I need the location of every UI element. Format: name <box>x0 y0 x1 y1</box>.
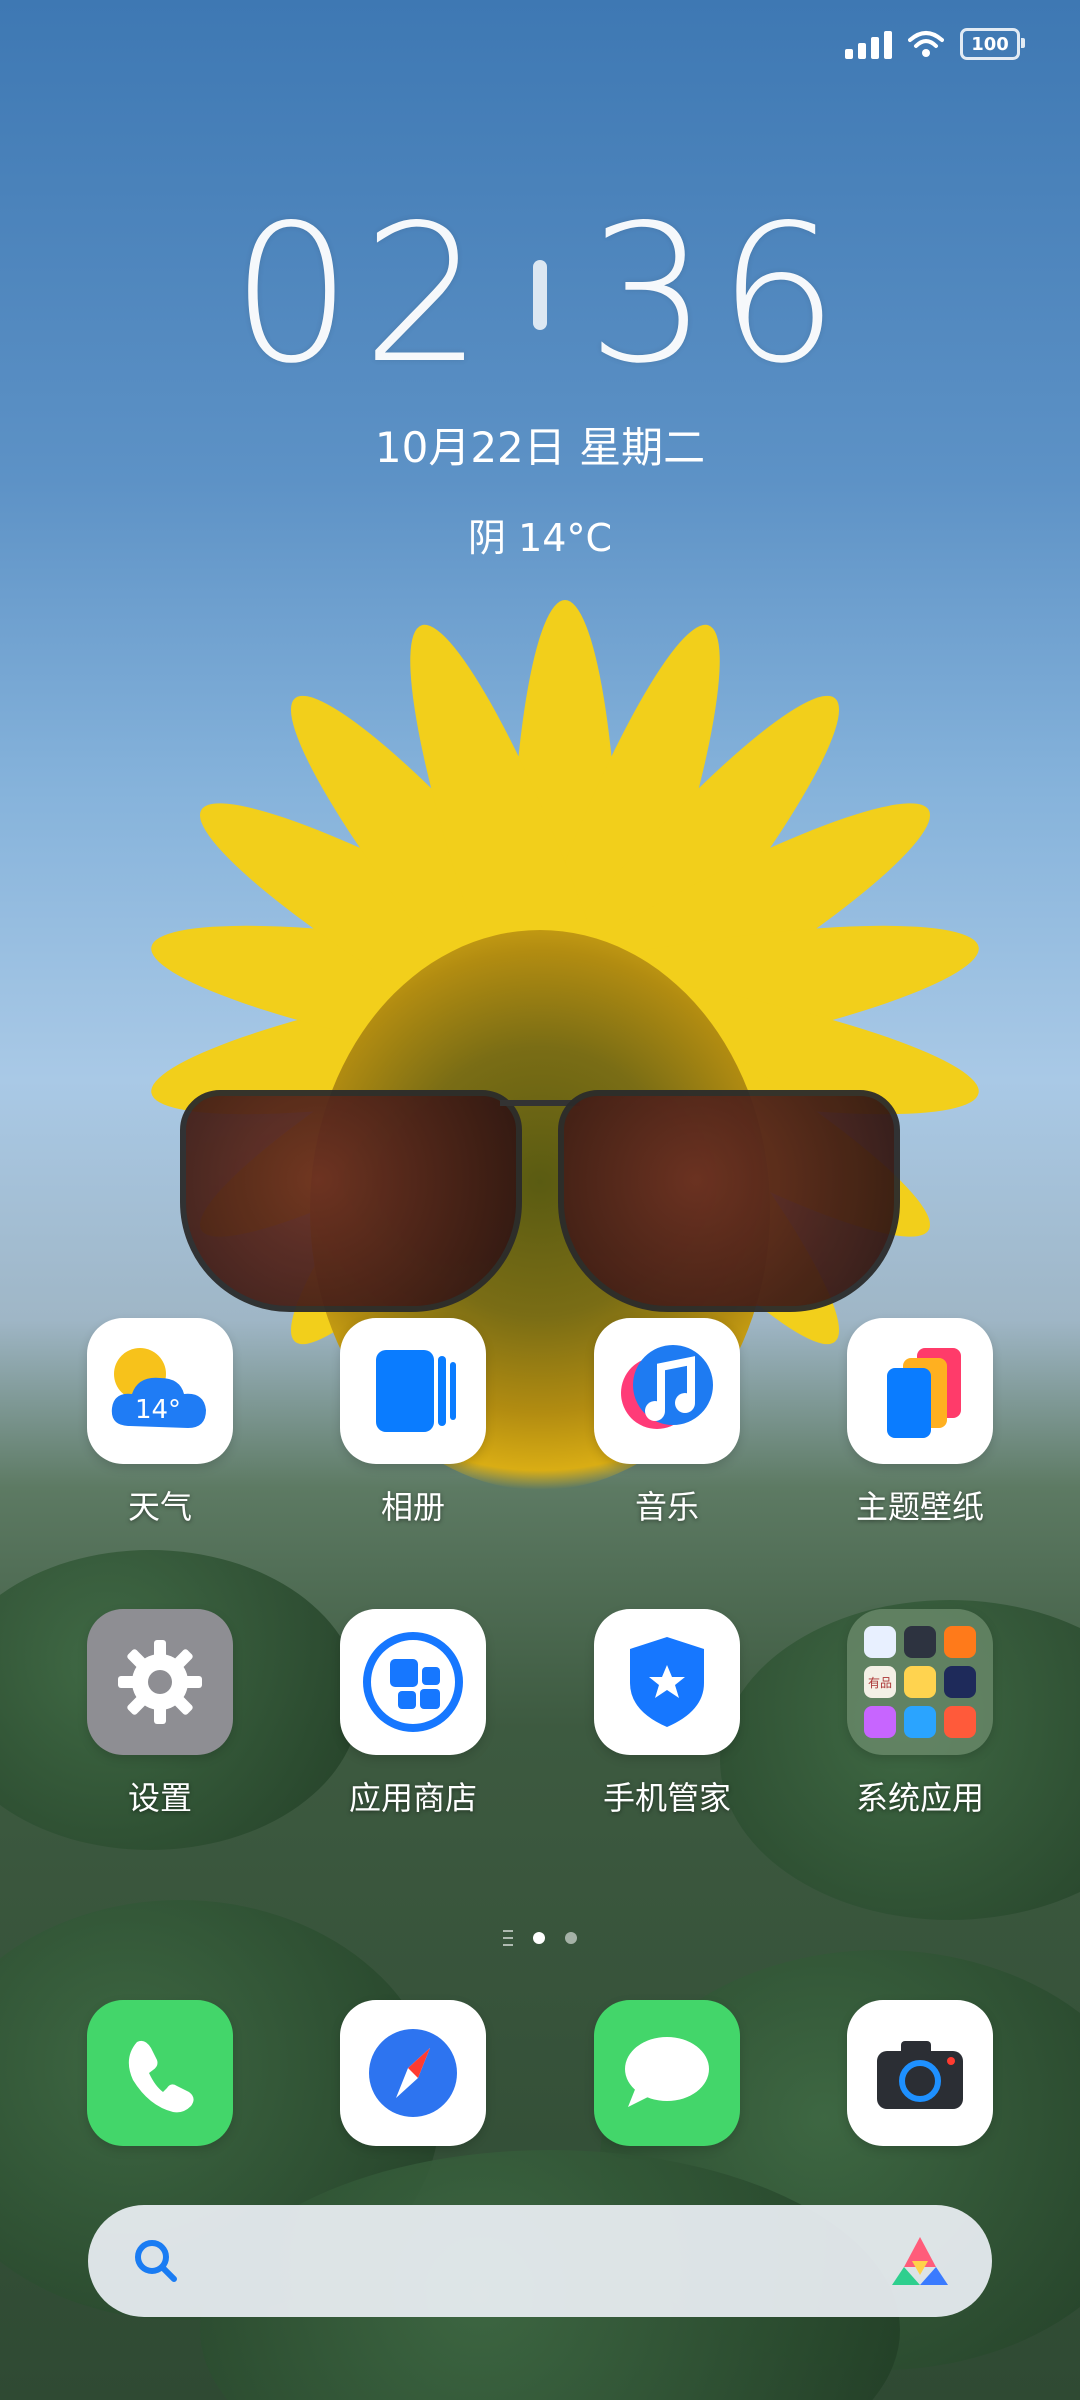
app-store[interactable]: 应用商店 <box>313 1609 513 1819</box>
weather-temp: 14° <box>135 1395 181 1425</box>
page-indicator-minus-one[interactable] <box>503 1930 513 1946</box>
page-dot-active[interactable] <box>533 1932 545 1944</box>
mini-app-icon: 有品 <box>864 1666 896 1698</box>
battery-level: 100 <box>971 33 1009 55</box>
app-settings[interactable]: 设置 <box>60 1609 260 1819</box>
app-store-icon <box>340 1609 486 1755</box>
date-text: 10月22日 星期二 <box>374 423 706 472</box>
app-label: 天气 <box>127 1488 192 1526</box>
wifi-icon <box>908 31 944 57</box>
settings-gear-icon <box>87 1609 233 1755</box>
app-weather[interactable]: 14° 天气 <box>60 1318 260 1528</box>
camera-icon <box>847 2000 993 2146</box>
time-minutes: 36 <box>587 184 849 405</box>
dock-camera[interactable] <box>820 2000 1020 2146</box>
app-label: 主题壁纸 <box>855 1488 984 1526</box>
time: 02 36 <box>0 200 1080 390</box>
battery-indicator: 100 <box>960 28 1025 60</box>
themes-icon <box>847 1318 993 1464</box>
page-indicator[interactable] <box>0 1930 1080 1946</box>
app-label: 相册 <box>380 1488 445 1526</box>
assistant-icon[interactable] <box>888 2233 952 2289</box>
search-bar[interactable] <box>88 2205 992 2317</box>
status-bar: 100 <box>845 28 1025 60</box>
mini-app-icon <box>944 1706 976 1738</box>
mini-app-icon <box>944 1666 976 1698</box>
music-icon <box>594 1318 740 1464</box>
app-themes[interactable]: 主题壁纸 <box>820 1318 1020 1528</box>
app-folder-system[interactable]: 有品 系统应用 <box>820 1609 1020 1819</box>
dock-browser[interactable] <box>313 2000 513 2146</box>
clock-widget[interactable]: 02 36 10月22日 星期二 阴 14°C <box>0 200 1080 562</box>
app-label: 系统应用 <box>855 1779 984 1817</box>
compass-icon <box>340 2000 486 2146</box>
mini-app-icon <box>904 1706 936 1738</box>
time-hours: 02 <box>231 184 493 405</box>
phone-icon <box>87 2000 233 2146</box>
signal-icon <box>845 29 892 59</box>
dock-phone[interactable] <box>60 2000 260 2146</box>
page-dot[interactable] <box>565 1932 577 1944</box>
mini-app-icon <box>904 1626 936 1658</box>
weather-text: 阴 14°C <box>468 516 612 560</box>
sunglasses <box>160 1080 920 1312</box>
security-shield-icon <box>594 1609 740 1755</box>
app-gallery[interactable]: 相册 <box>313 1318 513 1528</box>
mini-app-icon <box>904 1666 936 1698</box>
gallery-icon <box>340 1318 486 1464</box>
weather-icon: 14° <box>87 1318 233 1464</box>
time-separator <box>533 260 547 330</box>
app-label: 应用商店 <box>348 1779 477 1817</box>
message-icon <box>594 2000 740 2146</box>
app-security[interactable]: 手机管家 <box>567 1609 767 1819</box>
app-music[interactable]: 音乐 <box>567 1318 767 1528</box>
mini-app-icon <box>864 1626 896 1658</box>
mini-app-icon <box>864 1706 896 1738</box>
app-label: 音乐 <box>634 1488 699 1526</box>
app-label: 手机管家 <box>602 1779 731 1817</box>
search-icon <box>135 2240 177 2282</box>
app-label: 设置 <box>127 1779 192 1817</box>
mini-app-icon <box>944 1626 976 1658</box>
folder-icon: 有品 <box>847 1609 993 1755</box>
dock-messages[interactable] <box>567 2000 767 2146</box>
